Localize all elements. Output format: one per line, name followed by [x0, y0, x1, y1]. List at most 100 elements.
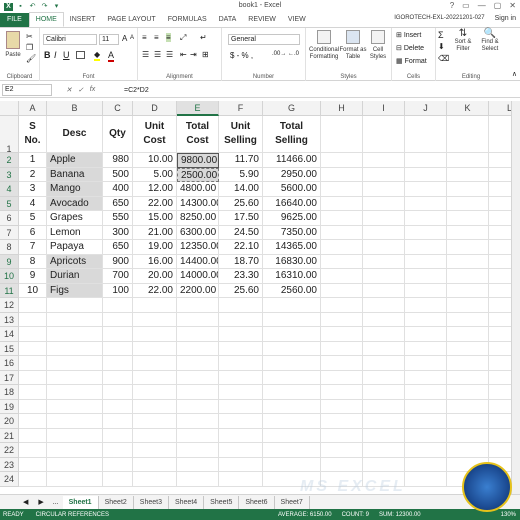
data-cell[interactable]: 18.70 [219, 254, 263, 269]
help-icon[interactable]: ? [450, 1, 454, 10]
data-cell[interactable]: 2500.00 [177, 167, 219, 182]
grid-cell[interactable] [321, 196, 363, 211]
data-cell[interactable]: Banana [47, 167, 103, 182]
conditional-formatting-button[interactable]: Conditional Formatting [308, 30, 340, 61]
grid-cell[interactable] [321, 312, 363, 327]
grid-cell[interactable] [405, 356, 447, 371]
grid-cell[interactable] [405, 327, 447, 342]
grid-cell[interactable] [219, 298, 263, 313]
data-cell[interactable]: 5.90 [219, 167, 263, 182]
data-cell[interactable]: 12.00 [133, 182, 177, 197]
grid-cell[interactable] [19, 457, 47, 472]
grid-cell[interactable] [447, 269, 489, 284]
grid-cell[interactable] [133, 298, 177, 313]
align-center-icon[interactable]: ☰ [154, 50, 161, 59]
header-cell[interactable]: Unit Cost [133, 116, 177, 153]
grid-cell[interactable] [321, 356, 363, 371]
grid-cell[interactable] [321, 225, 363, 240]
grid-cell[interactable] [219, 385, 263, 400]
autosum-icon[interactable]: Σ [438, 30, 444, 40]
worksheet-grid[interactable]: ABCDEFGHIJKLM123456789101112131415161718… [0, 101, 520, 494]
row-header[interactable]: 11 [0, 283, 19, 298]
tab-view[interactable]: VIEW [282, 13, 312, 27]
grid-cell[interactable] [133, 356, 177, 371]
grid-cell[interactable] [321, 443, 363, 458]
grid-cell[interactable] [133, 457, 177, 472]
row-header[interactable]: 22 [0, 443, 19, 458]
grid-cell[interactable] [219, 341, 263, 356]
grid-cell[interactable] [47, 457, 103, 472]
grid-cell[interactable] [263, 443, 321, 458]
number-symbols[interactable]: $ - % , [230, 51, 253, 60]
data-cell[interactable]: Apple [47, 153, 103, 168]
data-cell[interactable]: 11.70 [219, 153, 263, 168]
data-cell[interactable]: 22.00 [133, 283, 177, 298]
tab-review[interactable]: REVIEW [242, 13, 282, 27]
data-cell[interactable]: 11466.00 [263, 153, 321, 168]
grid-cell[interactable] [405, 399, 447, 414]
grid-cell[interactable] [447, 327, 489, 342]
data-cell[interactable]: 16830.00 [263, 254, 321, 269]
row-header[interactable]: 2 [0, 153, 19, 168]
font-size-select[interactable]: 11 [99, 34, 119, 45]
next-sheet-icon[interactable]: ▶ [33, 498, 48, 506]
data-cell[interactable]: 400 [103, 182, 133, 197]
grid-cell[interactable] [177, 472, 219, 487]
data-cell[interactable]: 24.50 [219, 225, 263, 240]
format-painter-icon[interactable]: 🖌 [26, 54, 36, 63]
grid-cell[interactable] [133, 370, 177, 385]
row-header[interactable]: 10 [0, 269, 19, 284]
column-header[interactable]: G [263, 101, 321, 116]
grid-cell[interactable] [447, 153, 489, 168]
row-header[interactable]: 14 [0, 327, 19, 342]
data-cell[interactable]: 25.60 [219, 283, 263, 298]
grid-cell[interactable] [363, 254, 405, 269]
minimize-icon[interactable]: — [478, 1, 486, 10]
column-header[interactable]: D [133, 101, 177, 116]
grid-cell[interactable] [19, 472, 47, 487]
row-header[interactable]: 21 [0, 428, 19, 443]
grid-cell[interactable] [103, 312, 133, 327]
grid-cell[interactable] [363, 269, 405, 284]
fill-color-icon[interactable]: ◆ [94, 50, 101, 61]
grid-cell[interactable] [103, 414, 133, 429]
data-cell[interactable]: Papaya [47, 240, 103, 255]
column-header[interactable]: E [177, 101, 219, 116]
grid-cell[interactable] [19, 385, 47, 400]
data-cell[interactable]: 7350.00 [263, 225, 321, 240]
grid-cell[interactable] [363, 225, 405, 240]
grid-cell[interactable] [47, 312, 103, 327]
ribbon-display-icon[interactable]: ▭ [462, 1, 470, 10]
grid-cell[interactable] [103, 356, 133, 371]
header-cell[interactable]: S No. [19, 116, 47, 153]
grid-cell[interactable] [405, 116, 447, 153]
grid-cell[interactable] [47, 298, 103, 313]
grid-cell[interactable] [19, 428, 47, 443]
data-cell[interactable]: Figs [47, 283, 103, 298]
grid-cell[interactable] [263, 341, 321, 356]
data-cell[interactable]: 5.00 [133, 167, 177, 182]
row-header[interactable]: 3 [0, 167, 19, 182]
row-header[interactable]: 5 [0, 196, 19, 211]
grid-cell[interactable] [363, 356, 405, 371]
grid-cell[interactable] [19, 443, 47, 458]
close-icon[interactable]: ✕ [509, 1, 516, 10]
grid-cell[interactable] [447, 254, 489, 269]
insert-cells-button[interactable]: ⊞ Insert [396, 31, 421, 39]
row-header[interactable]: 7 [0, 225, 19, 240]
grid-cell[interactable] [447, 196, 489, 211]
data-cell[interactable]: 700 [103, 269, 133, 284]
align-right-icon[interactable]: ☰ [166, 50, 173, 59]
grid-cell[interactable] [219, 399, 263, 414]
grid-cell[interactable] [405, 196, 447, 211]
fill-icon[interactable]: ⬇ [438, 42, 445, 51]
font-name-select[interactable]: Calibri [43, 34, 97, 45]
grid-cell[interactable] [363, 414, 405, 429]
grid-cell[interactable] [363, 399, 405, 414]
grid-cell[interactable] [447, 399, 489, 414]
grid-cell[interactable] [47, 428, 103, 443]
grid-cell[interactable] [363, 457, 405, 472]
cut-icon[interactable]: ✂ [26, 32, 33, 41]
grid-cell[interactable] [263, 298, 321, 313]
italic-button[interactable]: I [54, 50, 57, 60]
